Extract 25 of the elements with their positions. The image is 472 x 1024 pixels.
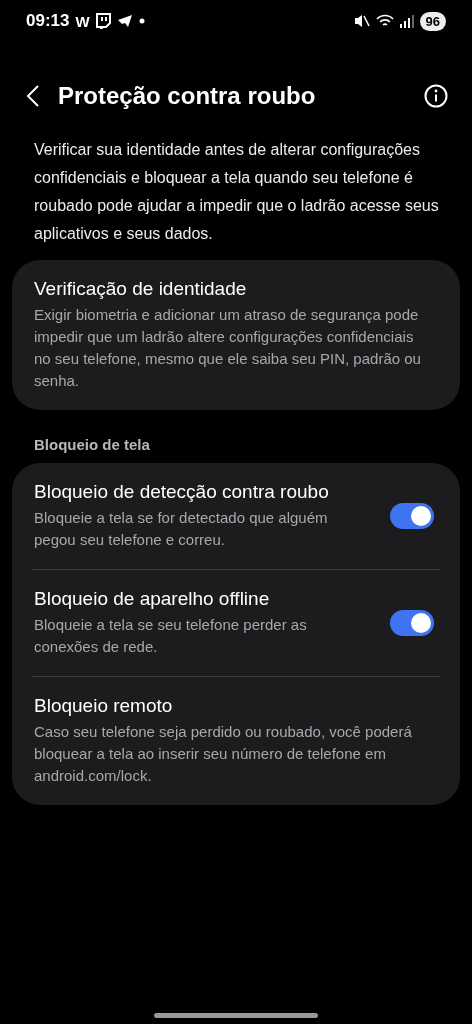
item-description: Exigir biometria e adicionar um atraso de segurança pode impedir que um ladrão altere configurações confidenciais no seu telefone, mesmo que ele saiba seu PIN, padrão ou senha. <box>34 305 422 391</box>
section-label: Bloqueio de tela <box>34 436 151 453</box>
page-title: Proteção contra roubo <box>58 82 317 110</box>
mute-icon <box>353 14 370 28</box>
item-description: Caso seu telefone seja perdido ou roubado, você poderá bloquear a tela ao inserir seu número de telefone em android.com/lock. <box>34 722 413 786</box>
item-title: Bloqueio de detecção contra roubo <box>34 481 330 503</box>
item-description: Bloqueie a tela se seu telefone perder as conexões de rede. <box>34 615 308 657</box>
battery-level: 96 <box>419 11 446 31</box>
chat-bubble-icon <box>95 13 111 29</box>
signal-icon <box>399 14 414 28</box>
dot-icon <box>138 18 145 24</box>
intro-text: Verificar sua identidade antes de alterar configurações confidenciais e bloquear a tela quando seu telefone é roubado pode ajudar a impedir que o ladrão acesse seus aplicativos e seus dados. <box>34 140 440 244</box>
item-title: Bloqueio remoto <box>34 695 174 717</box>
wifi-icon <box>375 14 394 28</box>
item-title: Bloqueio de aparelho offline <box>34 588 271 610</box>
app-letter-icon: W <box>75 12 90 30</box>
identity-card[interactable] <box>12 260 460 410</box>
paper-plane-icon <box>116 14 133 28</box>
info-button[interactable] <box>424 84 448 108</box>
back-button[interactable] <box>26 84 40 108</box>
status-time: 09:13 <box>26 11 70 31</box>
toggle-switch[interactable] <box>390 503 434 529</box>
item-description: Bloqueie a tela se for detectado que alguém pegou seu telefone e correu. <box>34 508 329 550</box>
item-title: Verificação de identidade <box>34 278 248 300</box>
toggle-switch[interactable] <box>390 610 434 636</box>
